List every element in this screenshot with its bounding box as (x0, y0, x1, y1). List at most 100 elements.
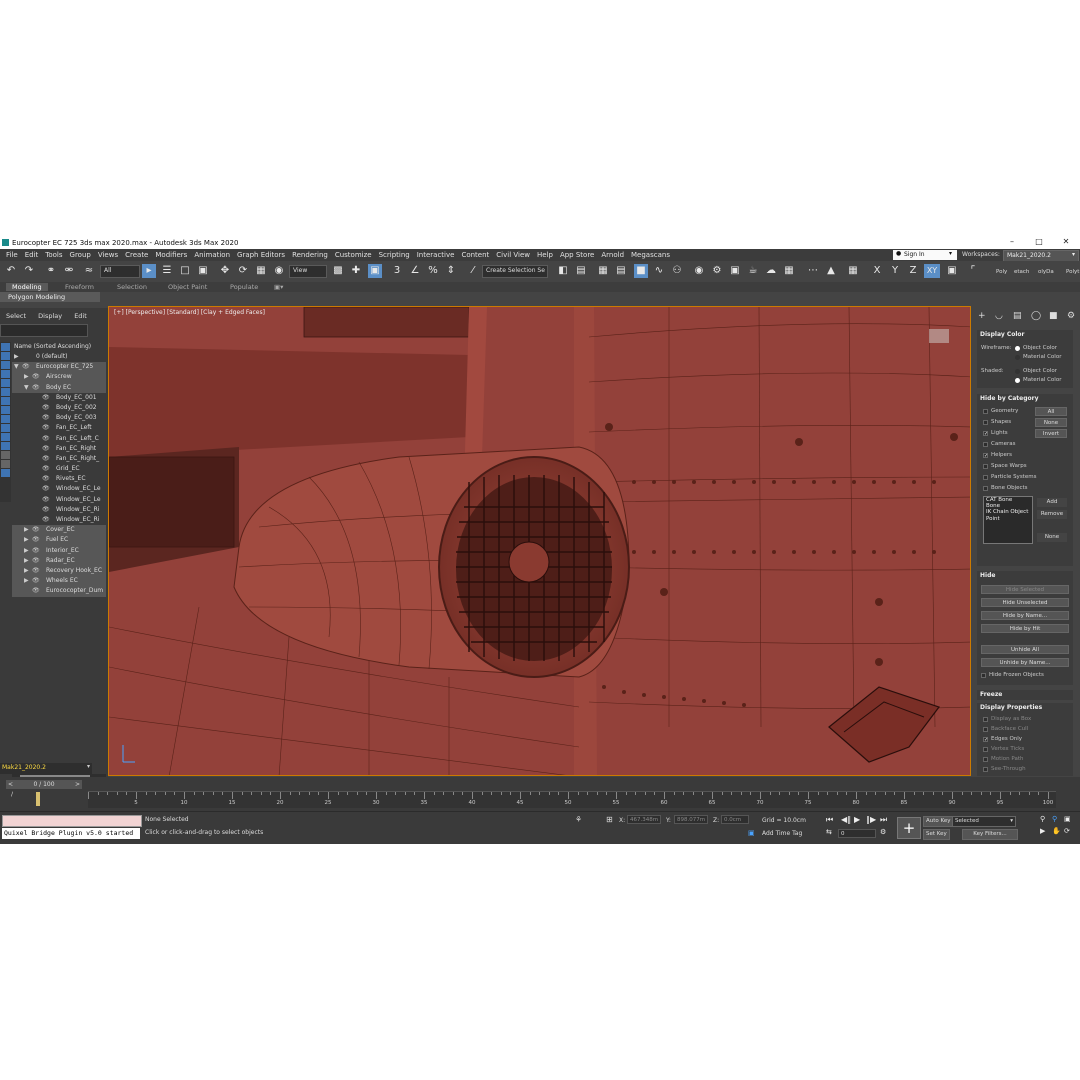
rendered-frame-window-icon[interactable]: ▣ (728, 264, 742, 278)
collapse-icon[interactable]: ▼ (14, 362, 19, 372)
menu-interactive[interactable]: Interactive (417, 250, 455, 259)
display-property-checkbox[interactable] (983, 727, 988, 732)
select-and-place-icon[interactable]: ◉ (272, 264, 286, 278)
visibility-eye-icon[interactable]: 👁 (32, 372, 40, 382)
axis-y-button[interactable]: Y (888, 264, 902, 278)
select-and-scale-icon[interactable]: ▦ (254, 264, 268, 278)
material-editor-icon[interactable]: ◉ (692, 264, 706, 278)
percent-snap-icon[interactable]: % (426, 264, 440, 278)
menu-views[interactable]: Views (98, 250, 118, 259)
category-helpers-checkbox[interactable]: ✓ (983, 453, 988, 459)
ribbon-tab-poly[interactable]: Poly (996, 269, 1007, 275)
x-coordinate-field[interactable]: 467.348m (627, 815, 661, 824)
display-tab-icon[interactable]: ■ (1049, 311, 1058, 321)
list-item[interactable]: IK Chain Object (984, 509, 1032, 515)
modify-tab-icon[interactable]: ◡ (995, 311, 1003, 321)
category-none-button[interactable]: None (1035, 418, 1067, 427)
visibility-eye-icon[interactable]: 👁 (42, 393, 50, 403)
render-setup-icon[interactable]: ⚙ (710, 264, 724, 278)
tree-row[interactable]: ▶ 👁 Cover_EC (12, 525, 106, 536)
visibility-eye-icon[interactable]: 👁 (42, 444, 50, 454)
keyboard-shortcut-override-icon[interactable]: ▣ (368, 264, 382, 278)
unhide-by-name-button[interactable]: Unhide by Name... (981, 658, 1069, 667)
visibility-eye-icon[interactable]: 👁 (32, 576, 40, 586)
render-in-cloud-icon[interactable]: ☁ (764, 264, 778, 278)
tree-row[interactable]: 👁 Fan_EC_Left (12, 423, 106, 433)
filter-containers-icon[interactable] (1, 424, 10, 432)
spinner-snap-icon[interactable]: ⇕ (444, 264, 458, 278)
explorer-menu-display[interactable]: Display (38, 312, 62, 320)
tree-row[interactable]: ▶ 👁 Recovery Hook_EC (12, 565, 106, 577)
chevron-right-icon[interactable]: > (75, 780, 80, 789)
category-shapes-checkbox[interactable] (983, 420, 988, 425)
visibility-eye-icon[interactable]: 👁 (42, 464, 50, 474)
pan-view-icon[interactable]: ✋ (1052, 827, 1061, 835)
render-production-icon[interactable]: ☕ (746, 264, 760, 278)
utilities-tab-icon[interactable]: ⚙ (1067, 311, 1075, 321)
wireframe-object-color-radio[interactable] (1015, 346, 1020, 351)
go-to-end-icon[interactable]: ⏭ (880, 815, 887, 825)
menu-app-store[interactable]: App Store (560, 250, 594, 259)
move-gizmo-icon[interactable]: ✚ (349, 264, 363, 278)
tree-row[interactable]: 👁 Fan_EC_Right (12, 444, 106, 454)
visibility-eye-icon[interactable]: 👁 (42, 434, 50, 444)
visibility-eye-icon[interactable]: 👁 (32, 586, 40, 596)
viewport-label[interactable]: [+] [Perspective] [Standard] [Clay + Edg… (114, 309, 265, 316)
rollout-header[interactable]: Freeze (977, 690, 1073, 700)
link-icon[interactable]: ⚭ (44, 264, 58, 278)
layer-explorer-icon[interactable]: ▤ (614, 264, 628, 278)
menu-rendering[interactable]: Rendering (292, 250, 328, 259)
tree-row[interactable]: ▼ 👁 Body EC (12, 382, 106, 393)
arnold-icon-2[interactable]: ▲ (824, 264, 838, 278)
key-set-select[interactable]: Selected ▾ (952, 816, 1016, 827)
set-key-big-icon[interactable]: + (897, 817, 921, 839)
category-geometry-checkbox[interactable] (983, 409, 988, 414)
ribbon-tab-polyt[interactable]: Polyt (1066, 269, 1079, 275)
filter-lights-icon[interactable] (1, 361, 10, 369)
visibility-eye-icon[interactable]: 👁 (42, 495, 50, 505)
category-invert-button[interactable]: Invert (1035, 429, 1067, 438)
visibility-eye-icon[interactable]: 👁 (42, 454, 50, 464)
menu-modifiers[interactable]: Modifiers (155, 250, 187, 259)
tree-row[interactable]: 👁 Eurococopter_Dum (12, 586, 106, 597)
tree-row[interactable]: 👁 Window_EC_Ri (12, 505, 106, 515)
add-time-tag-button[interactable]: Add Time Tag (762, 830, 802, 837)
visibility-eye-icon[interactable]: 👁 (42, 484, 50, 494)
go-to-start-icon[interactable]: ⏮ (826, 815, 833, 825)
visibility-eye-icon[interactable]: 👁 (32, 525, 40, 535)
corner-icon[interactable]: ⌜ (966, 264, 980, 278)
menu-megascans[interactable]: Megascans (631, 250, 670, 259)
align-icon[interactable]: ▤ (574, 264, 588, 278)
arnold-icon-3[interactable]: ▦ (846, 264, 860, 278)
render-frame-icon[interactable]: ▣ (945, 264, 959, 278)
tree-row[interactable]: ▶ 0 (default) (12, 352, 106, 362)
named-selection-set-select[interactable]: Create Selection Se (482, 265, 548, 278)
list-item[interactable]: Point (984, 516, 1032, 522)
layer-select[interactable]: Mak21_2020.2 ▾ (0, 763, 92, 774)
filter-bones-icon[interactable] (1, 415, 10, 423)
visibility-eye-icon[interactable]: 👁 (32, 546, 40, 556)
set-key-button[interactable]: Set Key (923, 829, 950, 840)
arnold-icon-1[interactable]: ⋯ (806, 264, 820, 278)
tree-row[interactable]: ▶ 👁 Interior_EC (12, 545, 106, 556)
close-button[interactable]: ✕ (1057, 237, 1075, 248)
category-add-button[interactable]: Add (1037, 498, 1067, 507)
visibility-eye-icon[interactable]: 👁 (32, 566, 40, 576)
explorer-search-input[interactable] (0, 324, 88, 337)
explorer-menu-edit[interactable]: Edit (74, 312, 87, 320)
explorer-menu-select[interactable]: Select (6, 312, 26, 320)
filter-geometry-icon[interactable] (1, 343, 10, 351)
menu-scripting[interactable]: Scripting (379, 250, 410, 259)
expand-icon[interactable]: ▶ (24, 566, 29, 576)
tab-freeform[interactable]: Freeform (65, 283, 94, 291)
filter-all-icon[interactable] (1, 451, 10, 459)
filter-helpers-icon[interactable] (1, 379, 10, 387)
mirror-icon[interactable]: ◧ (556, 264, 570, 278)
display-property-checkbox[interactable] (983, 717, 988, 722)
hierarchy-tab-icon[interactable]: ▤ (1013, 311, 1022, 321)
filter-xrefs-icon[interactable] (1, 406, 10, 414)
display-property-checkbox[interactable] (983, 747, 988, 752)
display-property-checkbox[interactable]: ✓ (983, 737, 988, 743)
curve-editor-icon[interactable]: ∿ (652, 264, 666, 278)
filter-cameras-icon[interactable] (1, 370, 10, 378)
